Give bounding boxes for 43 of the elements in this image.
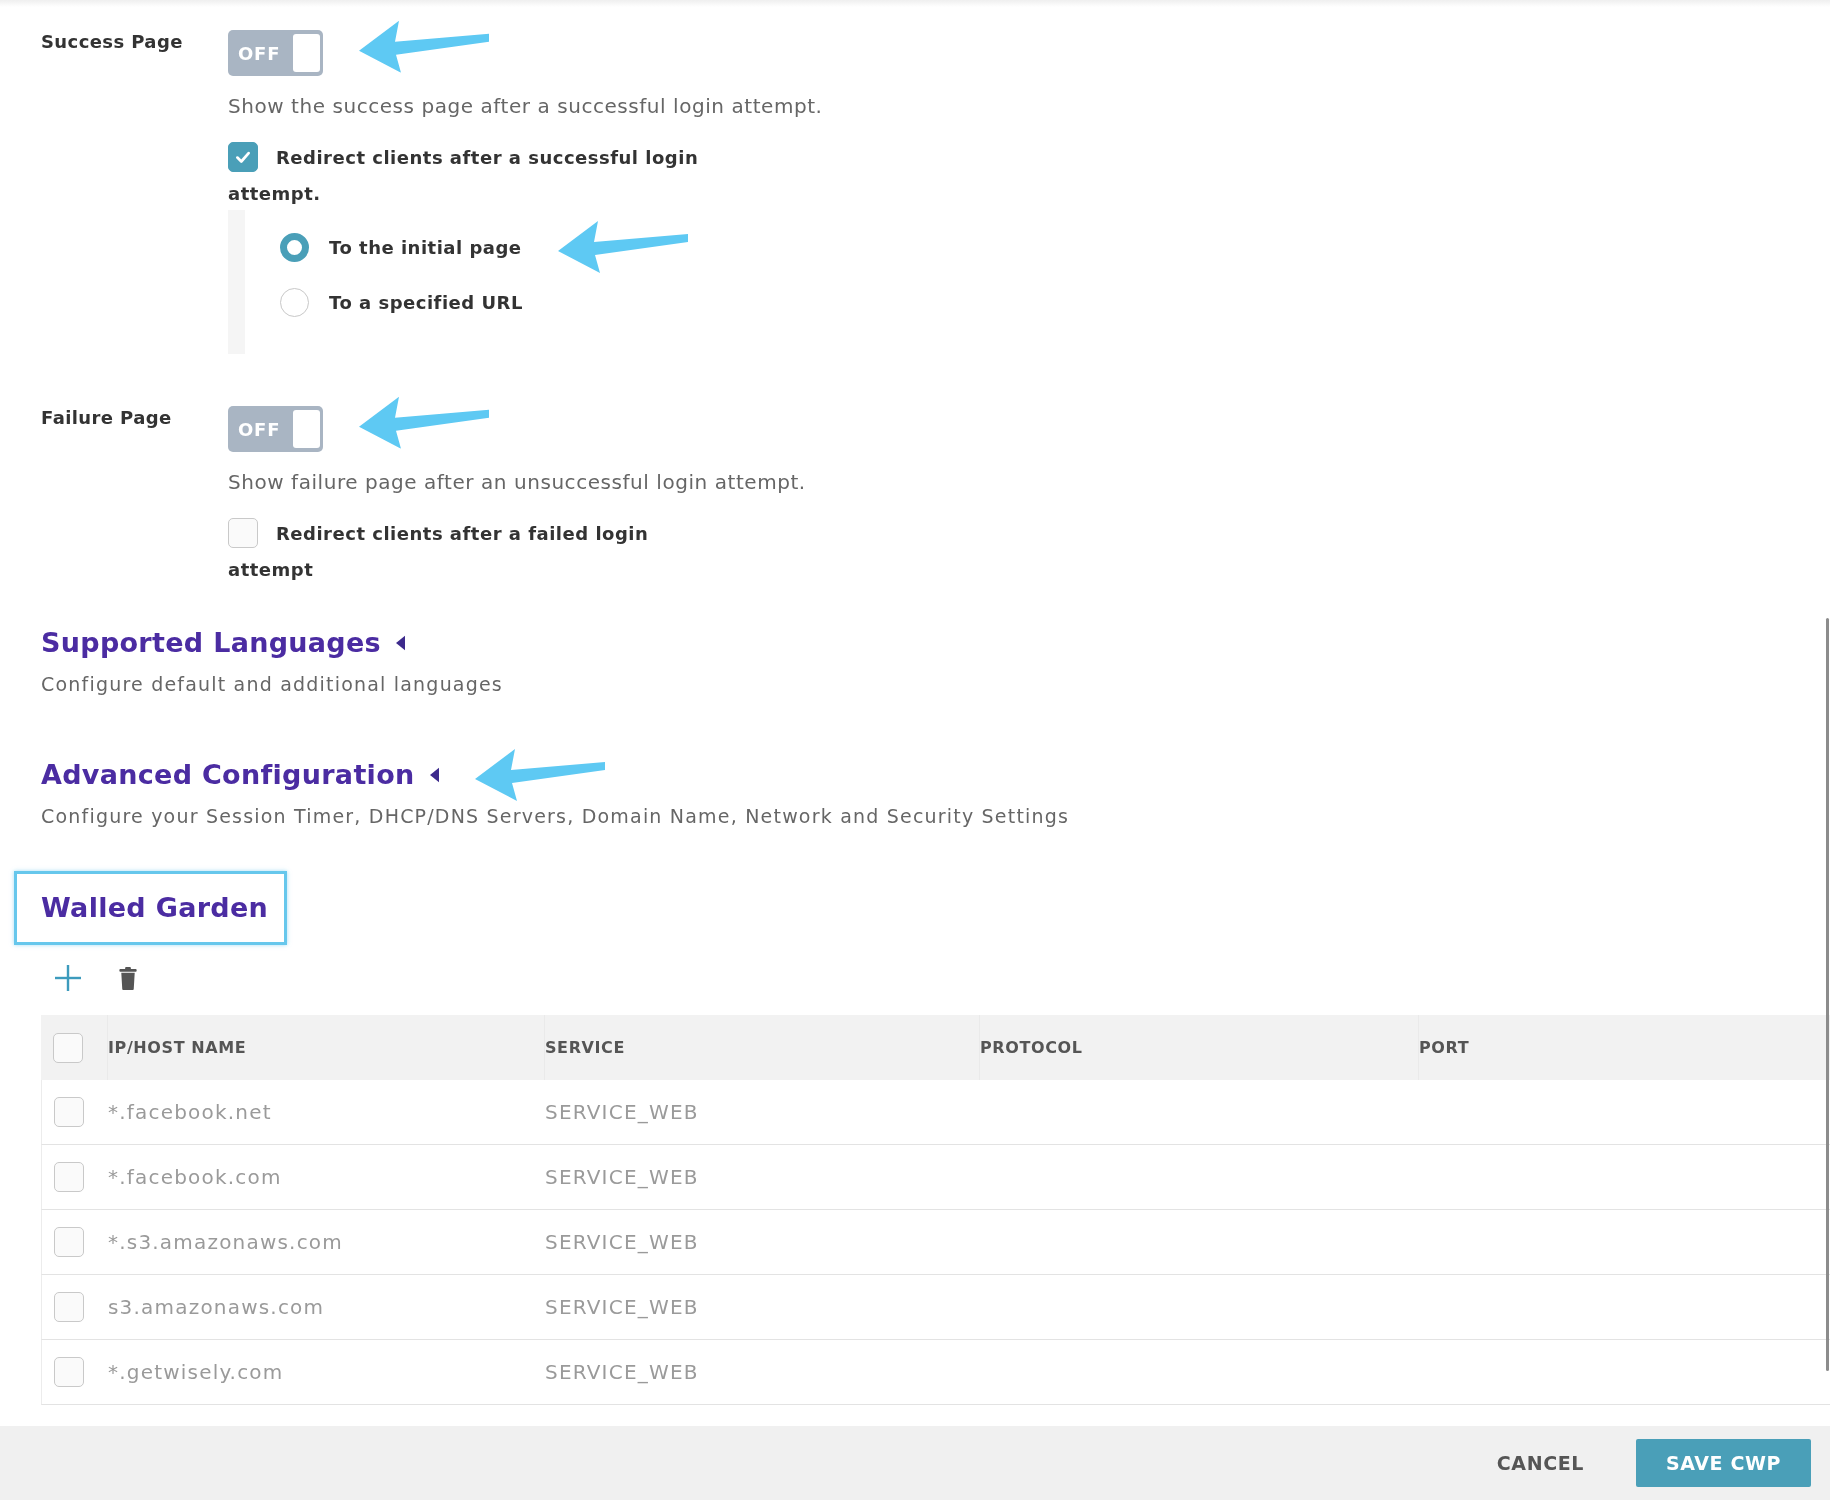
scrollbar-thumb[interactable] [1826, 618, 1829, 1371]
column-header[interactable]: IP/HOST NAME [108, 1038, 247, 1057]
column-header[interactable]: PROTOCOL [980, 1038, 1083, 1057]
plus-icon[interactable] [55, 965, 81, 991]
table-cell: SERVICE_WEB [545, 1360, 699, 1384]
checkbox[interactable] [228, 518, 258, 548]
column-header[interactable]: PORT [1419, 1038, 1470, 1057]
help-text: Show failure page after an unsuccessful login attempt. [228, 469, 806, 496]
select-all-checkbox[interactable] [53, 1032, 83, 1063]
table-cell: SERVICE_WEB [545, 1230, 699, 1254]
setting-label: Success Page [41, 30, 183, 54]
cancel-button[interactable]: CANCEL [1496, 1452, 1584, 1474]
row-checkbox[interactable] [54, 1227, 84, 1257]
section-title[interactable]: Supported Languages [41, 625, 381, 661]
section-description: Configure default and additional languages [41, 672, 503, 697]
setting-label: Failure Page [41, 406, 172, 430]
row-checkbox[interactable] [54, 1292, 84, 1322]
row-checkbox[interactable] [54, 1357, 84, 1387]
caret-icon[interactable] [429, 767, 439, 783]
section-title: Walled Garden [14, 871, 288, 945]
table-cell: SERVICE_WEB [545, 1165, 699, 1189]
caret-icon[interactable] [395, 635, 405, 651]
checkbox[interactable] [228, 142, 258, 172]
checkbox-option[interactable]: Redirect clients after a failed login attempt [228, 516, 706, 588]
checkbox-option[interactable]: Redirect clients after a successful login attempt. [228, 140, 706, 212]
section-title[interactable]: Advanced Configuration [41, 757, 415, 793]
option-label: To a specified URL [329, 291, 523, 313]
row-checkbox[interactable] [54, 1162, 84, 1192]
radio-button[interactable] [280, 232, 309, 262]
column-header[interactable]: SERVICE [545, 1038, 625, 1057]
trash-icon[interactable] [119, 966, 137, 990]
table-cell: *.getwisely.com [108, 1360, 284, 1384]
help-text: Show the success page after a successful login attempt. [228, 93, 823, 120]
radio-button[interactable] [280, 287, 309, 317]
table-cell: SERVICE_WEB [545, 1295, 699, 1319]
table-cell: s3.amazonaws.com [108, 1295, 325, 1319]
table-cell: *.s3.amazonaws.com [108, 1230, 343, 1254]
option-label: To the initial page [329, 236, 522, 258]
table-cell: *.facebook.net [108, 1100, 272, 1124]
row-checkbox[interactable] [54, 1097, 84, 1127]
table-cell: *.facebook.com [108, 1165, 282, 1189]
table-cell: SERVICE_WEB [545, 1100, 699, 1124]
section-description: Configure your Session Timer, DHCP/DNS Servers, Domain Name, Network and Security Settings [41, 804, 1070, 829]
